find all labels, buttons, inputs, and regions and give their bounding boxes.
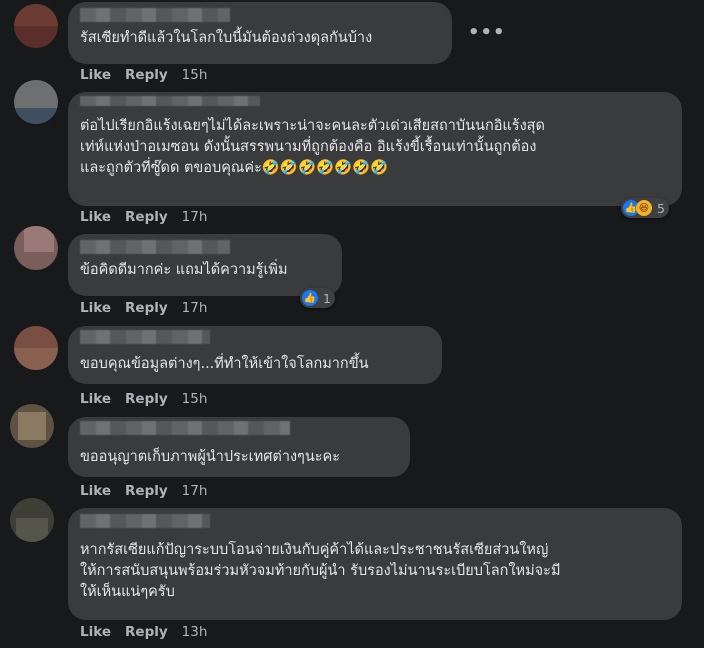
reply-button[interactable]: Reply <box>125 483 168 499</box>
more-options-icon[interactable]: ••• <box>468 22 506 43</box>
commenter-name-redacted[interactable] <box>80 421 290 435</box>
commenter-name-redacted[interactable] <box>80 330 210 344</box>
reaction-count: 5 <box>657 200 665 216</box>
comment-actions: Like Reply 17h <box>80 300 221 316</box>
comment-bubble: ข้อคิดดีมากค่ะ แถมได้ความรู้เพิ่ม <box>68 234 342 296</box>
reply-button[interactable]: Reply <box>125 391 168 407</box>
like-reaction-icon: 👍 <box>302 290 318 306</box>
avatar[interactable] <box>14 326 58 370</box>
comment-bubble: ต่อไปเรียกอิแร้งเฉยๆไม่ได้ละเพราะน่าจะคน… <box>68 92 682 206</box>
comment-text: ขอบคุณข้อมูลต่างๆ...ที่ทำให้เข้าใจโลกมาก… <box>80 356 369 372</box>
timestamp[interactable]: 13h <box>182 624 208 640</box>
timestamp[interactable]: 15h <box>182 67 208 83</box>
commenter-name-redacted[interactable] <box>80 240 230 254</box>
comment-text: รัสเซียทำดีแล้วในโลกใบนี้มันต้องถ่วงดุลก… <box>80 30 373 46</box>
comment-text: ต่อไปเรียกอิแร้งเฉยๆไม่ได้ละเพราะน่าจะคน… <box>80 118 545 176</box>
like-button[interactable]: Like <box>80 67 111 83</box>
like-button[interactable]: Like <box>80 209 111 225</box>
timestamp[interactable]: 17h <box>182 483 208 499</box>
reaction-count: 1 <box>323 290 331 306</box>
reply-button[interactable]: Reply <box>125 300 168 316</box>
commenter-name-redacted[interactable] <box>80 514 210 528</box>
avatar[interactable] <box>14 226 58 270</box>
comment-actions: Like Reply 13h <box>80 624 221 640</box>
comment-actions: Like Reply 17h <box>80 483 221 499</box>
like-button[interactable]: Like <box>80 624 111 640</box>
comment-bubble: ขอบคุณข้อมูลต่างๆ...ที่ทำให้เข้าใจโลกมาก… <box>68 326 442 384</box>
timestamp[interactable]: 15h <box>182 391 208 407</box>
comment-actions: Like Reply 15h <box>80 67 221 83</box>
reaction-summary[interactable]: 👍 1 <box>300 288 335 308</box>
comment-bubble: รัสเซียทำดีแล้วในโลกใบนี้มันต้องถ่วงดุลก… <box>68 2 452 64</box>
comment-text: ขออนุญาตเก็บภาพผู้นำประเทศต่างๆนะคะ <box>80 449 341 465</box>
like-button[interactable]: Like <box>80 391 111 407</box>
comment-text: ข้อคิดดีมากค่ะ แถมได้ความรู้เพิ่ม <box>80 262 288 278</box>
comment-actions: Like Reply 17h <box>80 209 221 225</box>
comment-bubble: ขออนุญาตเก็บภาพผู้นำประเทศต่างๆนะคะ <box>68 417 410 477</box>
commenter-name-redacted[interactable] <box>80 96 260 106</box>
comment-bubble: หากรัสเซียแก้ปัญาระบบโอนจ่ายเงินกับคู่ค้… <box>68 508 682 620</box>
avatar[interactable] <box>14 4 58 48</box>
like-button[interactable]: Like <box>80 483 111 499</box>
reply-button[interactable]: Reply <box>125 624 168 640</box>
timestamp[interactable]: 17h <box>182 300 208 316</box>
avatar[interactable] <box>10 498 54 542</box>
haha-reaction-icon: 😆 <box>636 200 652 216</box>
timestamp[interactable]: 17h <box>182 209 208 225</box>
avatar[interactable] <box>10 404 54 448</box>
comment-actions: Like Reply 15h <box>80 391 221 407</box>
comment-text: หากรัสเซียแก้ปัญาระบบโอนจ่ายเงินกับคู่ค้… <box>80 542 561 600</box>
commenter-name-redacted[interactable] <box>80 8 230 22</box>
like-button[interactable]: Like <box>80 300 111 316</box>
avatar[interactable] <box>14 80 58 124</box>
reaction-summary[interactable]: 👍 😆 5 <box>621 198 669 218</box>
reply-button[interactable]: Reply <box>125 67 168 83</box>
reply-button[interactable]: Reply <box>125 209 168 225</box>
